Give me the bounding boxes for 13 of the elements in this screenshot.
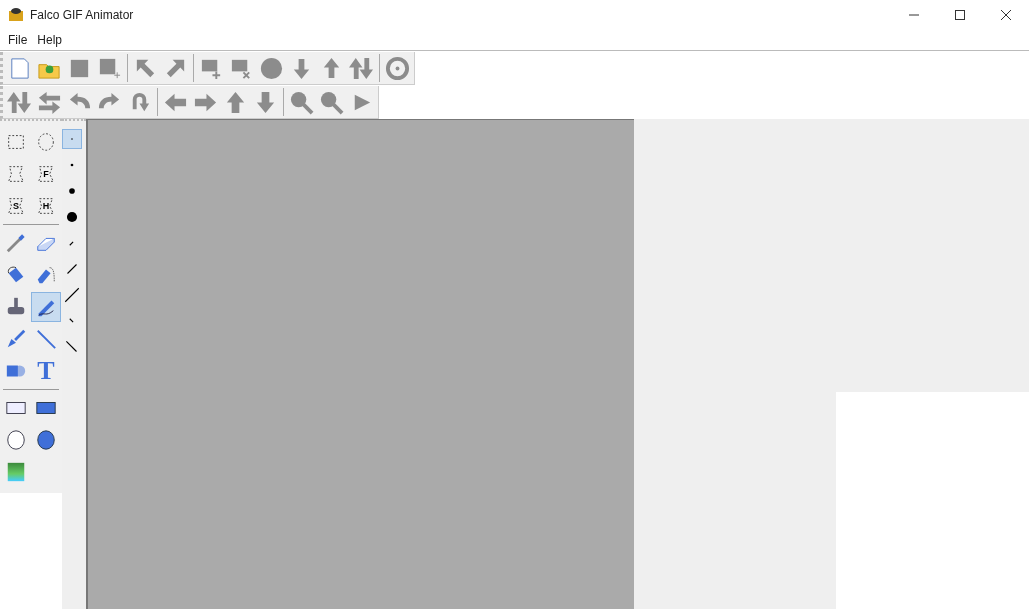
brush-size-option[interactable] bbox=[62, 285, 82, 305]
swap-arrows-icon[interactable] bbox=[349, 55, 374, 81]
swap-arrows-icon[interactable] bbox=[7, 89, 32, 115]
menu-item[interactable]: Help bbox=[37, 33, 63, 47]
circle-icon[interactable] bbox=[259, 55, 284, 81]
target-icon[interactable] bbox=[385, 55, 410, 81]
menu-item[interactable]: File bbox=[8, 33, 28, 47]
app-icon bbox=[8, 7, 24, 23]
text-tool-button[interactable]: T bbox=[31, 356, 61, 386]
zoom-out-icon[interactable] bbox=[319, 89, 344, 115]
left-right-arrows-icon[interactable] bbox=[37, 89, 62, 115]
zoom-in-icon[interactable] bbox=[289, 89, 314, 115]
window-title: Falco GIF Animator bbox=[30, 8, 134, 22]
